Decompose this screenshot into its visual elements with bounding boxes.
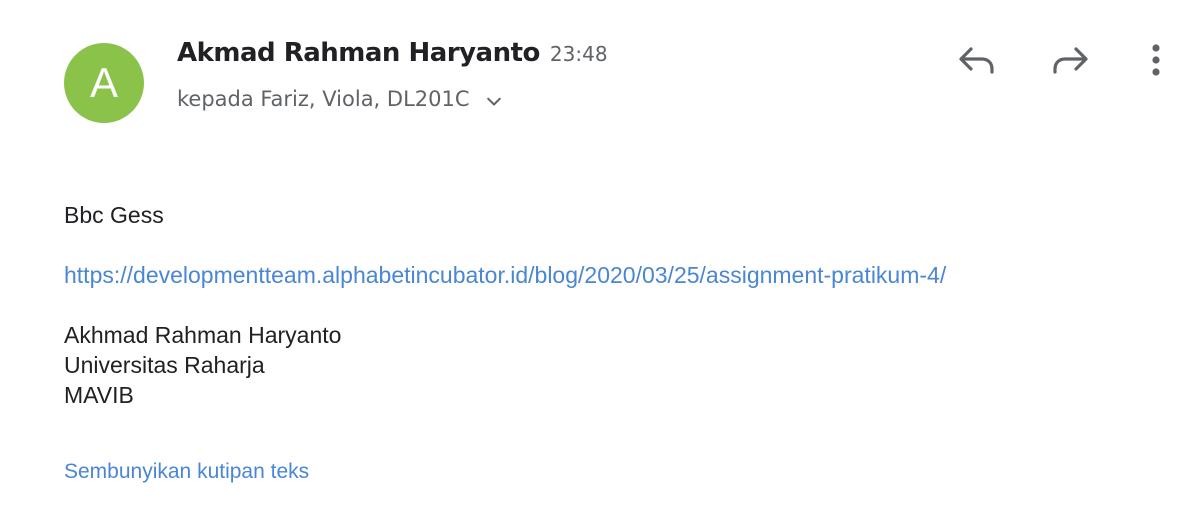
reply-button[interactable] (954, 38, 998, 82)
reply-icon (959, 47, 994, 74)
more-options-button[interactable] (1134, 38, 1178, 82)
hide-quoted-text-link[interactable]: Sembunyikan kutipan teks (64, 460, 309, 484)
sender-name[interactable]: Akmad Rahman Haryanto (177, 38, 540, 68)
sender-header: Akmad Rahman Haryanto 23:48 (177, 38, 608, 68)
sender-avatar[interactable]: A (64, 43, 144, 123)
message-greeting: Bbc Gess (64, 202, 164, 228)
message-link[interactable]: https://developmentteam.alphabetincubato… (64, 262, 946, 289)
signature-name: Akhmad Rahman Haryanto (64, 322, 342, 348)
forward-button[interactable] (1049, 38, 1093, 82)
recipients-label: kepada Fariz, Viola, DL201C (177, 87, 470, 111)
forward-icon (1053, 47, 1088, 74)
message-time: 23:48 (549, 42, 608, 66)
signature-organization: Universitas Raharja (64, 352, 265, 378)
more-vert-icon (1152, 44, 1160, 76)
chevron-down-icon (486, 97, 501, 106)
signature-unit: MAVIB (64, 382, 134, 408)
recipients-toggle[interactable]: kepada Fariz, Viola, DL201C (177, 86, 504, 112)
